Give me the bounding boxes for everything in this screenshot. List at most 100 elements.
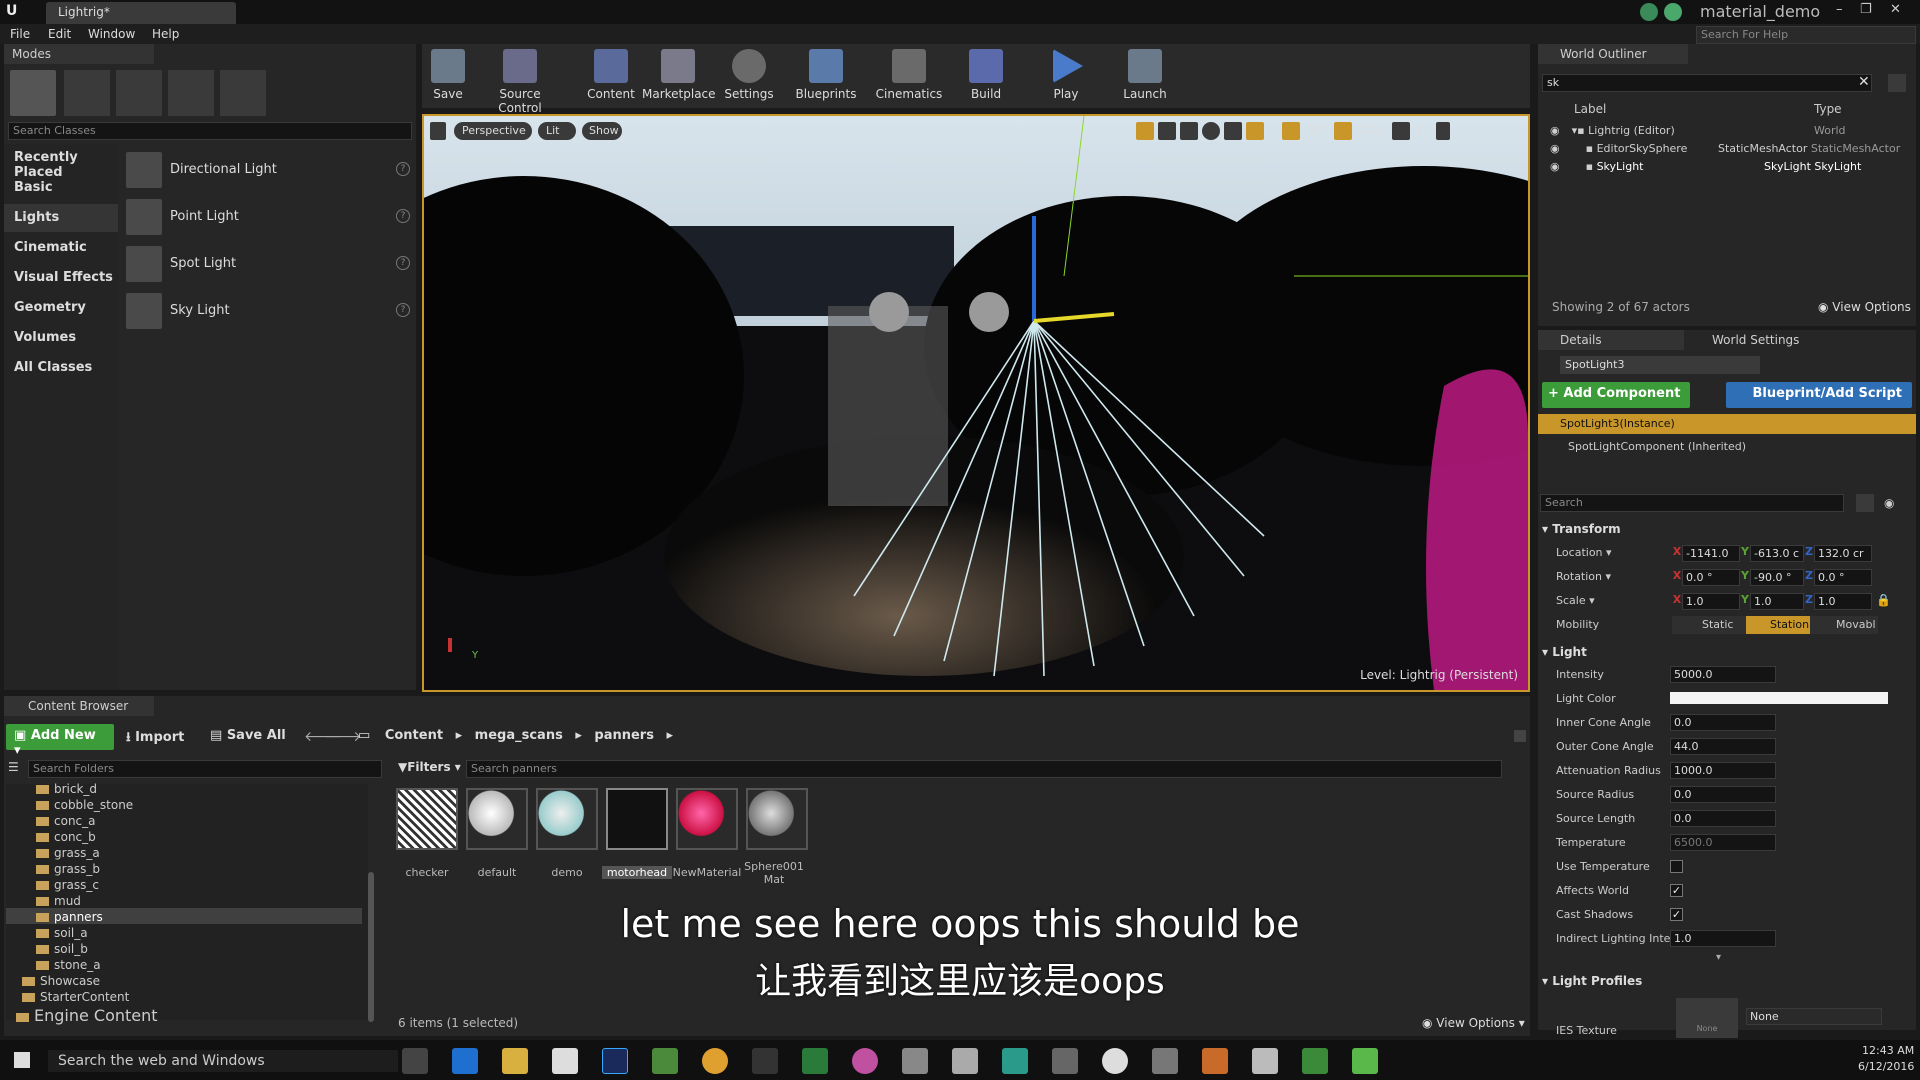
task-view-icon[interactable]: [402, 1048, 428, 1074]
app-icon[interactable]: [952, 1048, 978, 1074]
app-icon[interactable]: [1202, 1048, 1228, 1074]
edge-icon[interactable]: [452, 1048, 478, 1074]
help-icon[interactable]: ?: [396, 256, 410, 270]
viewport-menu-dropdown[interactable]: [430, 122, 446, 140]
grid-snap-icon[interactable]: [1246, 122, 1264, 140]
marketplace-button[interactable]: Marketplace: [642, 44, 716, 106]
asset-thumbnail-motorhead[interactable]: [606, 788, 668, 850]
eye-icon[interactable]: ◉: [1884, 496, 1894, 510]
show-button[interactable]: Show: [582, 122, 622, 140]
transform-section-header[interactable]: ▾ Transform: [1542, 522, 1621, 536]
maximize-viewport-icon[interactable]: [1436, 122, 1450, 140]
asset-thumbnail-default[interactable]: [466, 788, 528, 850]
breadcrumb-content[interactable]: Content: [385, 728, 443, 743]
minimize-icon[interactable]: –: [1836, 2, 1843, 17]
maximize-icon[interactable]: ❐: [1860, 2, 1872, 17]
source-radius-field[interactable]: 0.0: [1670, 786, 1776, 803]
component-row[interactable]: SpotLightComponent (Inherited): [1568, 440, 1746, 453]
category-volumes[interactable]: Volumes: [14, 330, 76, 345]
light-profiles-section-header[interactable]: ▾ Light Profiles: [1542, 974, 1642, 988]
epic-launcher-icon[interactable]: [752, 1048, 778, 1074]
build-button[interactable]: Build: [951, 44, 1021, 106]
help-icon[interactable]: ?: [396, 303, 410, 317]
app-icon[interactable]: [1352, 1048, 1378, 1074]
category-geometry[interactable]: Geometry: [14, 300, 86, 315]
category-lights[interactable]: Lights: [14, 210, 59, 225]
details-tab[interactable]: Details: [1538, 330, 1684, 350]
cast-shadows-checkbox[interactable]: ✓: [1670, 908, 1683, 921]
content-button[interactable]: Content: [576, 44, 646, 106]
outliner-search-input[interactable]: sk: [1542, 74, 1872, 92]
folder-item[interactable]: brick_d: [36, 782, 97, 796]
folder-item[interactable]: conc_a: [36, 814, 96, 828]
clear-search-icon[interactable]: ✕: [1858, 74, 1870, 90]
folder-item[interactable]: cobble_stone: [36, 798, 133, 812]
camera-speed-icon[interactable]: [1392, 122, 1410, 140]
use-temperature-checkbox[interactable]: [1670, 860, 1683, 873]
document-tab[interactable]: Lightrig*: [46, 2, 236, 24]
save-button[interactable]: Save: [413, 44, 483, 106]
close-icon[interactable]: ✕: [1890, 2, 1901, 17]
angle-snap-icon[interactable]: [1282, 122, 1300, 140]
asset-thumbnail-sphere001[interactable]: [746, 788, 808, 850]
save-all-button[interactable]: ▤ Save All: [210, 728, 286, 743]
clock-time[interactable]: 12:43 AM: [1862, 1044, 1914, 1057]
content-browser-tab[interactable]: Content Browser: [4, 696, 154, 716]
intensity-field[interactable]: 5000.0: [1670, 666, 1776, 683]
modes-tab[interactable]: Modes: [4, 44, 154, 64]
eye-icon[interactable]: ◉: [1550, 160, 1560, 173]
forward-arrow-icon[interactable]: 🡒: [324, 728, 362, 745]
lock-browser-icon[interactable]: [1514, 730, 1526, 742]
folder-root-engine[interactable]: Engine Content: [16, 1006, 158, 1025]
settings-button[interactable]: Settings: [714, 44, 784, 106]
col-label-header[interactable]: Label: [1574, 102, 1606, 116]
folder-item[interactable]: stone_a: [36, 958, 101, 972]
app-icon[interactable]: [1302, 1048, 1328, 1074]
rotation-x-field[interactable]: 0.0 °: [1682, 569, 1740, 586]
outliner-row[interactable]: ◉ ▪ SkyLight: [1550, 160, 1644, 173]
light-section-header[interactable]: ▾ Light: [1542, 645, 1587, 659]
grid-view-icon[interactable]: [1856, 494, 1874, 512]
menu-help[interactable]: Help: [152, 27, 179, 41]
attenuation-field[interactable]: 1000.0: [1670, 762, 1776, 779]
category-all-classes[interactable]: All Classes: [14, 360, 92, 375]
ies-texture-dropdown[interactable]: None: [1746, 1008, 1882, 1025]
scale-snap-icon[interactable]: [1334, 122, 1352, 140]
itunes-icon[interactable]: [852, 1048, 878, 1074]
filters-button[interactable]: ▼Filters ▾: [398, 760, 461, 774]
folder-item-selected[interactable]: panners: [36, 910, 103, 924]
rotation-z-field[interactable]: 0.0 °: [1814, 569, 1872, 586]
folder-item[interactable]: mud: [36, 894, 81, 908]
mobility-stationary-button[interactable]: Station: [1746, 616, 1810, 634]
app-icon[interactable]: [1002, 1048, 1028, 1074]
blueprint-add-script-button[interactable]: Blueprint/Add Script: [1726, 382, 1912, 408]
place-item-spot-light[interactable]: Spot Light?: [126, 244, 410, 284]
place-item-point-light[interactable]: Point Light?: [126, 197, 410, 237]
folder-item[interactable]: grass_a: [36, 846, 100, 860]
class-search-input[interactable]: Search Classes: [8, 122, 412, 140]
help-search-input[interactable]: Search For Help: [1696, 26, 1916, 44]
photoshop-icon[interactable]: [602, 1048, 628, 1074]
asset-thumbnail-checker[interactable]: [396, 788, 458, 850]
rotation-y-field[interactable]: -90.0 °: [1750, 569, 1804, 586]
scale-z-field[interactable]: 1.0: [1814, 593, 1872, 610]
asset-search-input[interactable]: Search panners: [466, 760, 1502, 778]
outer-cone-field[interactable]: 44.0: [1670, 738, 1776, 755]
app-icon[interactable]: [1152, 1048, 1178, 1074]
category-visual-effects[interactable]: Visual Effects: [14, 270, 113, 285]
scale-snap-value[interactable]: 0.25: [1356, 123, 1381, 136]
camera-speed-value[interactable]: 3: [1416, 123, 1423, 136]
folder-root[interactable]: Showcase: [22, 974, 100, 988]
scale-icon[interactable]: [1180, 122, 1198, 140]
add-component-button[interactable]: + Add Component: [1542, 382, 1690, 408]
mobility-movable-button[interactable]: Movabl: [1810, 616, 1878, 634]
import-button[interactable]: ⭳ Import: [126, 728, 184, 750]
world-settings-tab[interactable]: World Settings: [1690, 330, 1840, 350]
blueprints-button[interactable]: Blueprints: [791, 44, 861, 106]
world-outliner-tab[interactable]: World Outliner: [1538, 44, 1688, 64]
folder-search-input[interactable]: Search Folders: [28, 760, 382, 778]
sources-toggle-icon[interactable]: ☰: [8, 760, 19, 774]
outliner-view-options[interactable]: ◉ View Options: [1818, 300, 1911, 314]
expand-advanced-icon[interactable]: ▾: [1716, 952, 1721, 963]
inner-cone-field[interactable]: 0.0: [1670, 714, 1776, 731]
